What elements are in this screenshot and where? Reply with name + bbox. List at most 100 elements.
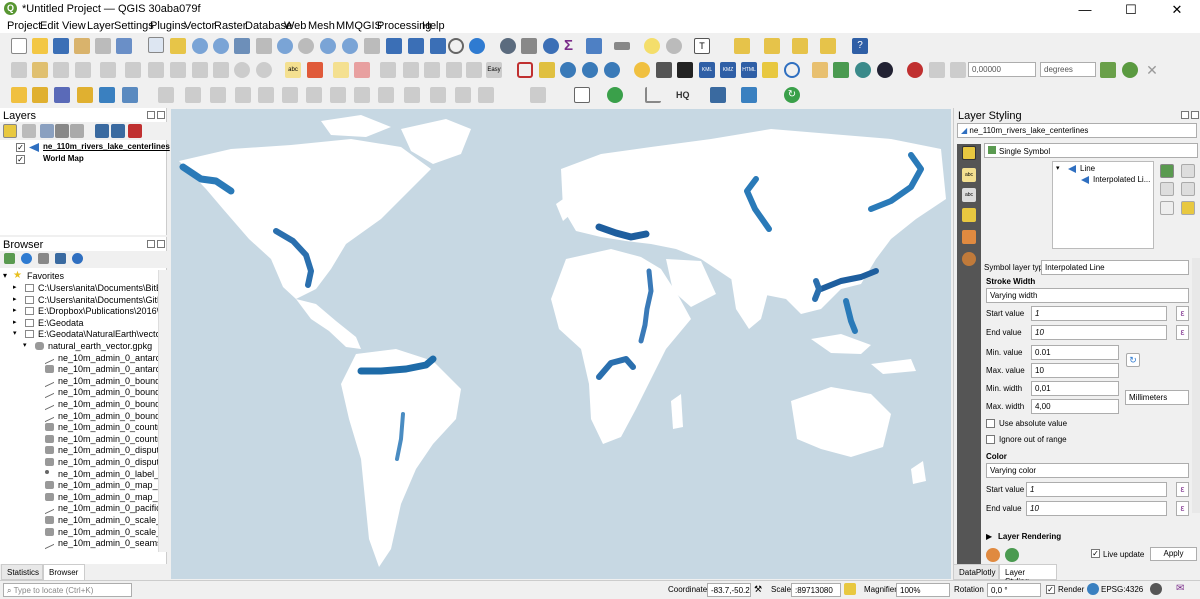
diagram-icon[interactable]: [307, 62, 323, 78]
digitize-icon[interactable]: [75, 62, 91, 78]
styling-scrollbar[interactable]: [1192, 258, 1200, 513]
advanced-digitize-10-icon[interactable]: [378, 87, 394, 103]
deselect-icon[interactable]: [792, 38, 808, 54]
new-print-layout-icon[interactable]: [74, 38, 90, 54]
symbol-tree-expander[interactable]: ▾: [1056, 164, 1060, 172]
save-project-icon[interactable]: [53, 38, 69, 54]
warning-icon[interactable]: ✉: [1176, 583, 1184, 594]
filter-icon[interactable]: [55, 124, 69, 138]
add-wfs-icon[interactable]: [122, 87, 138, 103]
snapping-icon[interactable]: [929, 62, 945, 78]
plant-icon[interactable]: [1122, 62, 1138, 78]
field-calc-icon[interactable]: [586, 38, 602, 54]
chart-icon[interactable]: [574, 87, 590, 103]
modify-attributes-icon[interactable]: [125, 62, 141, 78]
menu-vector[interactable]: Vector: [184, 20, 215, 32]
labels-icon[interactable]: abc: [962, 168, 976, 182]
browser-item[interactable]: ne_10m_admin_0_scale_rank: [58, 515, 158, 527]
advanced-digitize-11-icon[interactable]: [404, 87, 420, 103]
style-layer-icon[interactable]: [3, 124, 17, 138]
advanced-digitize-3-icon[interactable]: [210, 87, 226, 103]
globe-icon-3[interactable]: [604, 62, 620, 78]
show-labels-icon[interactable]: [354, 62, 370, 78]
new-map-view-icon[interactable]: [364, 38, 380, 54]
rivers-layer-name[interactable]: ne_110m_rivers_lake_centerlines: [43, 142, 170, 151]
masks-icon[interactable]: abc: [962, 188, 976, 202]
collapse-browser-icon[interactable]: [55, 253, 66, 264]
shape-digitize-icon[interactable]: [530, 87, 546, 103]
zoom-last-icon[interactable]: [320, 38, 336, 54]
menu-view[interactable]: View: [62, 20, 86, 32]
topology-icon[interactable]: [950, 62, 966, 78]
browser-item[interactable]: C:\Users\anita\Documents\BitBuck: [38, 283, 158, 295]
browser-item[interactable]: ne_10m_admin_0_seams: [58, 538, 158, 550]
close-browser-button[interactable]: [157, 240, 165, 248]
map-canvas[interactable]: [171, 109, 951, 579]
color-start-expression-button[interactable]: ε: [1176, 482, 1189, 497]
messages-icon[interactable]: [1150, 583, 1162, 595]
layer-selector[interactable]: ◢ ne_110m_rivers_lake_centerlines: [957, 123, 1197, 138]
stroke-start-field[interactable]: 1: [1031, 306, 1167, 321]
remove-symbol-layer-icon[interactable]: [1160, 182, 1174, 196]
float-panel-button[interactable]: [147, 111, 155, 119]
redo-style-icon[interactable]: [1005, 548, 1019, 562]
open-project-icon[interactable]: [32, 38, 48, 54]
close-styling-button[interactable]: [1191, 111, 1199, 119]
browser-item[interactable]: ne_10m_admin_0_countries: [58, 422, 158, 434]
tree-expander[interactable]: ▸: [13, 306, 17, 314]
tree-expander[interactable]: ▸: [13, 283, 17, 291]
tree-expander[interactable]: ▸: [13, 295, 17, 303]
satellite-icon[interactable]: [741, 87, 757, 103]
refresh-browser-icon[interactable]: [21, 253, 32, 264]
max-width-field[interactable]: 4,00: [1031, 399, 1119, 414]
select-features-icon[interactable]: [734, 38, 750, 54]
renderer-selector[interactable]: Single Symbol: [984, 143, 1198, 158]
add-selected-icon[interactable]: [4, 253, 15, 264]
load-values-icon[interactable]: ↻: [1126, 353, 1140, 367]
favorites-expander[interactable]: ▾: [3, 271, 7, 280]
tab-layer-styling[interactable]: Layer Styling: [999, 564, 1057, 586]
trace-icon[interactable]: [1100, 62, 1116, 78]
crs-label[interactable]: EPSG:4326: [1101, 585, 1143, 594]
copy-icon[interactable]: [192, 62, 208, 78]
zoom-in-icon[interactable]: [192, 38, 208, 54]
select-value-icon[interactable]: [764, 38, 780, 54]
symbology-icon[interactable]: [962, 146, 976, 160]
crs-globe-icon[interactable]: [1087, 583, 1099, 595]
identify-icon[interactable]: [500, 38, 516, 54]
pan-icon[interactable]: [148, 37, 164, 53]
advanced-digitize-8-icon[interactable]: [330, 87, 346, 103]
menu-help[interactable]: Help: [422, 20, 445, 32]
browser-item[interactable]: ne_10m_admin_0_pacific_gro: [58, 503, 158, 515]
menu-edit[interactable]: Edit: [40, 20, 59, 32]
tree-expander[interactable]: ▸: [13, 318, 17, 326]
show-bookmarks-icon[interactable]: [430, 38, 446, 54]
3d-view-icon[interactable]: [962, 208, 976, 222]
rotate-label-icon[interactable]: [403, 62, 419, 78]
locator-input[interactable]: ⌕ Type to locate (Ctrl+K): [3, 583, 132, 597]
refresh-icon[interactable]: [469, 38, 485, 54]
plot-icon[interactable]: [645, 87, 661, 103]
tree-expander[interactable]: ▾: [13, 329, 17, 337]
menu-raster[interactable]: Raster: [214, 20, 246, 32]
add-delimited-icon[interactable]: [77, 87, 93, 103]
menu-mmqgis[interactable]: MMQGIS: [336, 20, 382, 32]
browser-item[interactable]: C:\Users\anita\Documents\GitHub: [38, 295, 158, 307]
stroke-end-field[interactable]: 10: [1031, 325, 1167, 340]
search-plugin-icon[interactable]: [607, 87, 623, 103]
sum-icon[interactable]: Σ: [564, 38, 580, 54]
float-browser-button[interactable]: [147, 240, 155, 248]
minimize-button[interactable]: —: [1062, 0, 1108, 19]
redo-icon[interactable]: [256, 62, 272, 78]
render-checkbox[interactable]: ✓: [1046, 585, 1055, 594]
save-edits-icon[interactable]: [53, 62, 69, 78]
zoom-layer-icon[interactable]: [277, 38, 293, 54]
advanced-digitize-4-icon[interactable]: [235, 87, 251, 103]
pan-to-selection-icon[interactable]: [170, 38, 186, 54]
browser-scrollbar[interactable]: [158, 270, 167, 552]
advanced-digitize-2-icon[interactable]: [185, 87, 201, 103]
triangle-icon[interactable]: [539, 62, 555, 78]
style-manager-icon[interactable]: [116, 38, 132, 54]
terminal-icon[interactable]: [677, 62, 693, 78]
bookmark-icon[interactable]: [408, 38, 424, 54]
